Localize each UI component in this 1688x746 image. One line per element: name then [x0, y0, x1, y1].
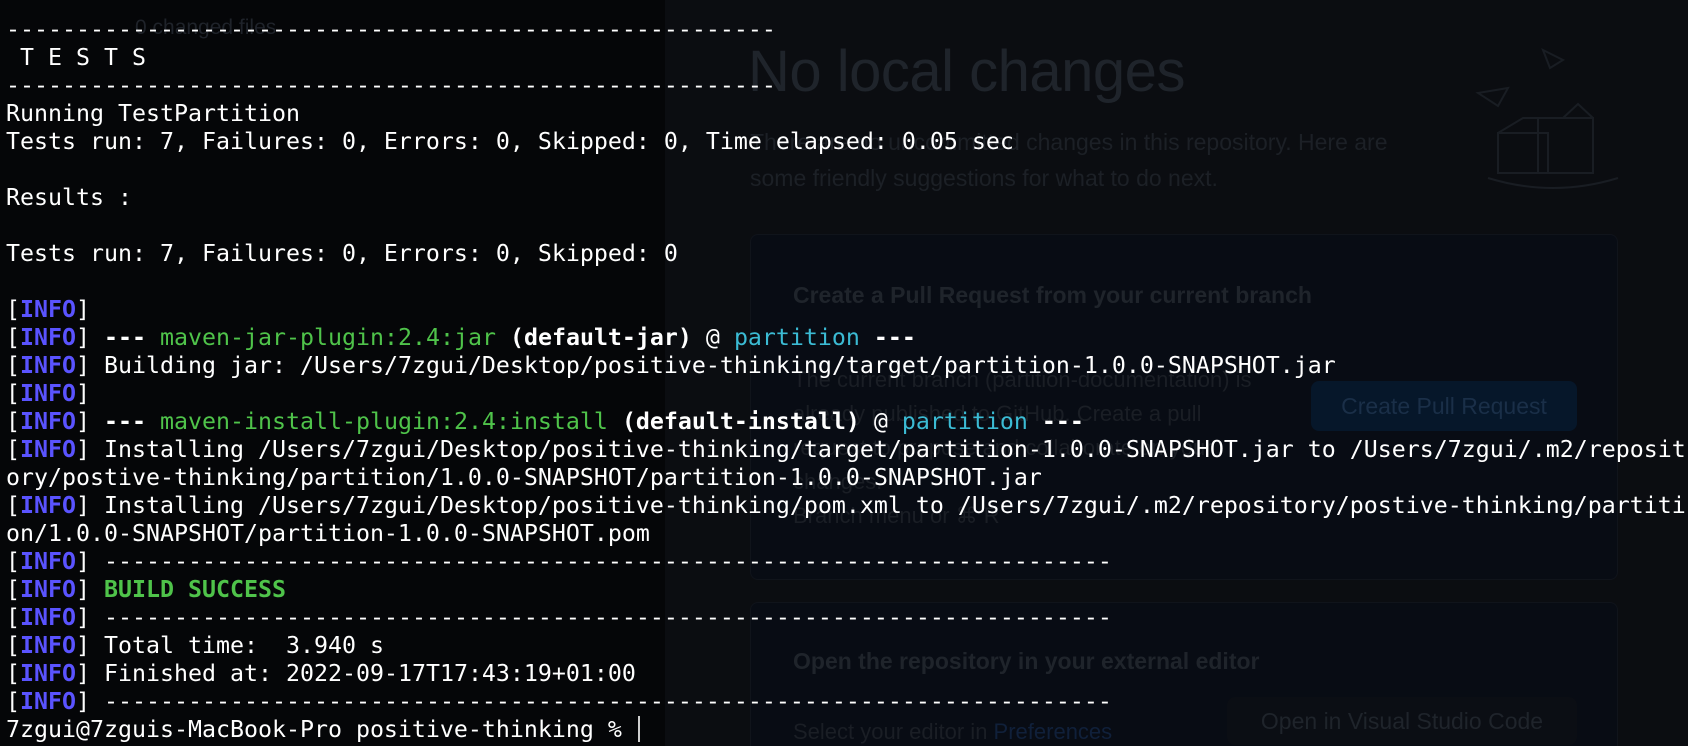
total-time-text: Total time: 3.940 s	[104, 632, 384, 659]
log-line: [INFO] Building jar: /Users/7zgui/Deskto…	[6, 352, 1336, 379]
info-tag: INFO	[20, 352, 76, 379]
shell-prompt: 7zgui@7zguis-MacBook-Pro positive-thinki…	[6, 716, 636, 743]
info-tag: INFO	[20, 436, 76, 463]
project-name: partition	[733, 324, 860, 351]
info-tag: INFO	[20, 380, 76, 407]
separator-line: ----------------------------------------…	[104, 548, 1112, 575]
screen: 0 changed files No local changes There a…	[0, 0, 1688, 746]
log-line: [INFO]	[6, 380, 90, 407]
info-tag: INFO	[20, 324, 76, 351]
install-pom-continuation: on/1.0.0-SNAPSHOT/partition-1.0.0-SNAPSH…	[6, 520, 650, 547]
info-tag: INFO	[20, 688, 76, 715]
separator-line: ----------------------------------------…	[6, 72, 776, 99]
log-line: [INFO] Finished at: 2022-09-17T17:43:19+…	[6, 660, 636, 687]
jar-goal: (default-jar)	[509, 324, 692, 351]
results-summary: Tests run: 7, Failures: 0, Errors: 0, Sk…	[6, 240, 678, 267]
separator-line: ----------------------------------------…	[6, 16, 776, 43]
running-test-line: Running TestPartition	[6, 100, 300, 127]
log-line: [INFO] ---------------------------------…	[6, 688, 1112, 715]
project-name: partition	[901, 408, 1028, 435]
log-line: [INFO] Installing /Users/7zgui/Desktop/p…	[6, 436, 1686, 463]
install-goal: (default-install)	[621, 408, 860, 435]
results-label: Results :	[6, 184, 132, 211]
log-line: [INFO] BUILD SUCCESS	[6, 576, 286, 603]
separator-line: ----------------------------------------…	[104, 604, 1112, 631]
install-jar-continuation: ory/postive-thinking/partition/1.0.0-SNA…	[6, 464, 1042, 491]
test-run-summary: Tests run: 7, Failures: 0, Errors: 0, Sk…	[6, 128, 1014, 155]
info-tag: INFO	[20, 408, 76, 435]
separator-line: ----------------------------------------…	[104, 688, 1112, 715]
info-tag: INFO	[20, 632, 76, 659]
info-tag: INFO	[20, 548, 76, 575]
terminal-output[interactable]: ----------------------------------------…	[0, 0, 1688, 746]
log-line: [INFO] Total time: 3.940 s	[6, 632, 384, 659]
log-line: [INFO]	[6, 296, 90, 323]
install-pom-text: Installing /Users/7zgui/Desktop/positive…	[104, 492, 1686, 519]
log-line: [INFO] --- maven-install-plugin:2.4:inst…	[6, 408, 1084, 435]
info-tag: INFO	[20, 604, 76, 631]
shell-prompt-line[interactable]: 7zgui@7zguis-MacBook-Pro positive-thinki…	[6, 716, 640, 744]
log-line: [INFO] ---------------------------------…	[6, 548, 1112, 575]
info-tag: INFO	[20, 660, 76, 687]
building-jar-text: Building jar: /Users/7zgui/Desktop/posit…	[104, 352, 1336, 379]
log-line: [INFO] --- maven-jar-plugin:2.4:jar (def…	[6, 324, 916, 351]
install-jar-text: Installing /Users/7zgui/Desktop/positive…	[104, 436, 1686, 463]
log-line: [INFO] Installing /Users/7zgui/Desktop/p…	[6, 492, 1686, 519]
info-tag: INFO	[20, 492, 76, 519]
jar-plugin-name: maven-jar-plugin:2.4:jar	[160, 324, 496, 351]
build-success-text: BUILD SUCCESS	[104, 576, 286, 603]
info-tag: INFO	[20, 576, 76, 603]
install-plugin-name: maven-install-plugin:2.4:install	[160, 408, 608, 435]
log-line: [INFO] ---------------------------------…	[6, 604, 1112, 631]
text-cursor	[637, 716, 640, 742]
info-tag: INFO	[20, 296, 76, 323]
tests-header: T E S T S	[6, 44, 146, 71]
finished-at-text: Finished at: 2022-09-17T17:43:19+01:00	[104, 660, 636, 687]
